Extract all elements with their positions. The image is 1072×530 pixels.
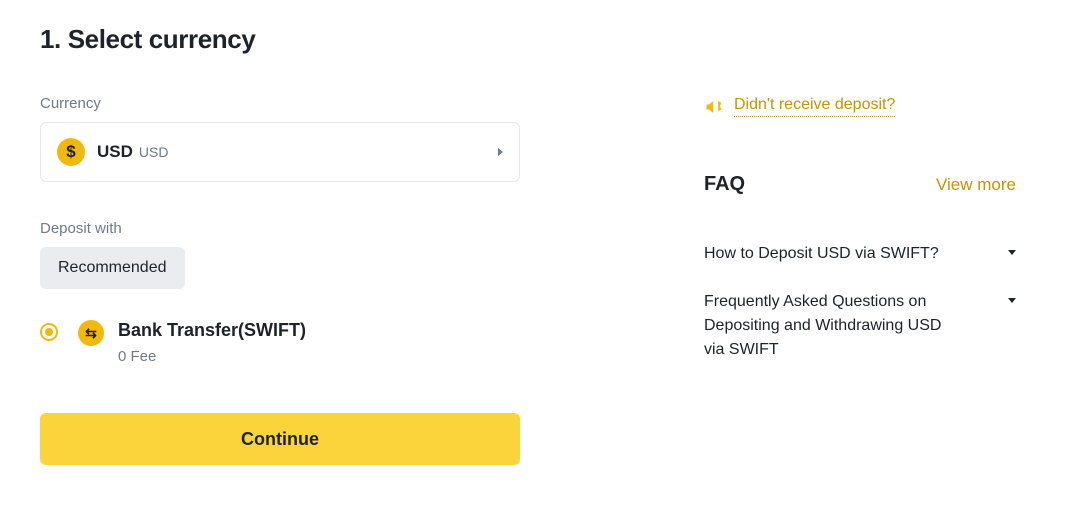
radio-selected-icon [40,323,58,341]
faq-item[interactable]: Frequently Asked Questions on Depositing… [704,290,1016,362]
faq-title: FAQ [704,173,745,196]
megaphone-icon [704,97,724,117]
currency-code: USD [139,144,169,160]
chevron-down-icon [1008,298,1016,303]
faq-item[interactable]: How to Deposit USD via SWIFT? [704,242,1016,266]
method-fee: 0 Fee [118,348,306,365]
deposit-method-option[interactable]: ⇆ Bank Transfer(SWIFT) 0 Fee [40,319,520,365]
faq-question: Frequently Asked Questions on Depositing… [704,290,954,362]
view-more-link[interactable]: View more [936,175,1016,195]
step-title: 1. Select currency [40,24,560,55]
currency-name: USD [97,142,133,162]
chevron-right-icon [498,148,503,156]
transfer-icon: ⇆ [78,320,104,346]
faq-question: How to Deposit USD via SWIFT? [704,242,939,266]
chevron-down-icon [1008,250,1016,255]
tab-recommended[interactable]: Recommended [40,247,185,289]
currency-select[interactable]: $ USD USD [40,122,520,182]
currency-label: Currency [40,95,560,112]
dollar-icon: $ [57,138,85,166]
notice: Didn't receive deposit? [704,96,1016,117]
notice-link[interactable]: Didn't receive deposit? [734,96,895,117]
continue-button[interactable]: Continue [40,413,520,465]
deposit-with-label: Deposit with [40,220,560,237]
method-name: Bank Transfer(SWIFT) [118,319,306,342]
